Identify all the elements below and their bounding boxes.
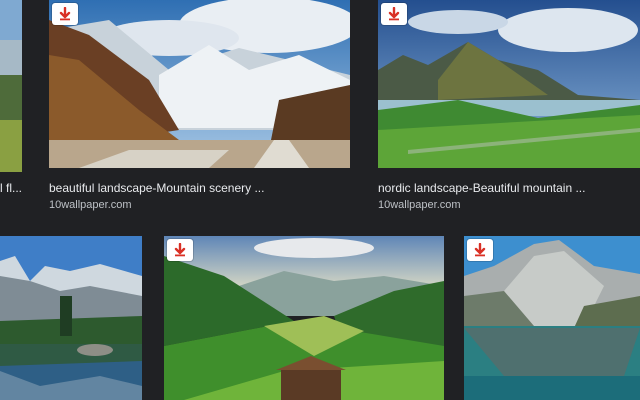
download-arrow-icon <box>174 243 186 257</box>
image-source[interactable]: 10wallpaper.com <box>378 199 461 211</box>
download-arrow-icon <box>388 7 400 21</box>
download-button[interactable] <box>167 239 193 261</box>
image-tile-lake-reflection[interactable] <box>0 236 142 400</box>
download-button[interactable] <box>52 3 78 25</box>
image-tile-mountain-scenery[interactable] <box>49 0 350 168</box>
image-title-row1-left[interactable]: l fl... <box>0 181 22 195</box>
image-tile-row1-left[interactable] <box>0 0 22 172</box>
mountain-scenery-image <box>49 0 350 168</box>
download-button[interactable] <box>381 3 407 25</box>
image-title[interactable]: nordic landscape-Beautiful mountain ... <box>378 181 640 195</box>
landscape-image <box>0 0 22 172</box>
download-button[interactable] <box>467 239 493 261</box>
download-arrow-icon <box>59 7 71 21</box>
nordic-landscape-image <box>378 0 640 168</box>
image-tile-alpine-lake[interactable] <box>464 236 640 400</box>
image-tile-green-valley[interactable] <box>164 236 444 400</box>
green-valley-image <box>164 236 444 400</box>
image-source[interactable]: 10wallpaper.com <box>49 199 132 211</box>
download-arrow-icon <box>474 243 486 257</box>
image-tile-nordic-landscape[interactable] <box>378 0 640 168</box>
image-title[interactable]: beautiful landscape-Mountain scenery ... <box>49 181 350 195</box>
lake-reflection-image <box>0 236 142 400</box>
